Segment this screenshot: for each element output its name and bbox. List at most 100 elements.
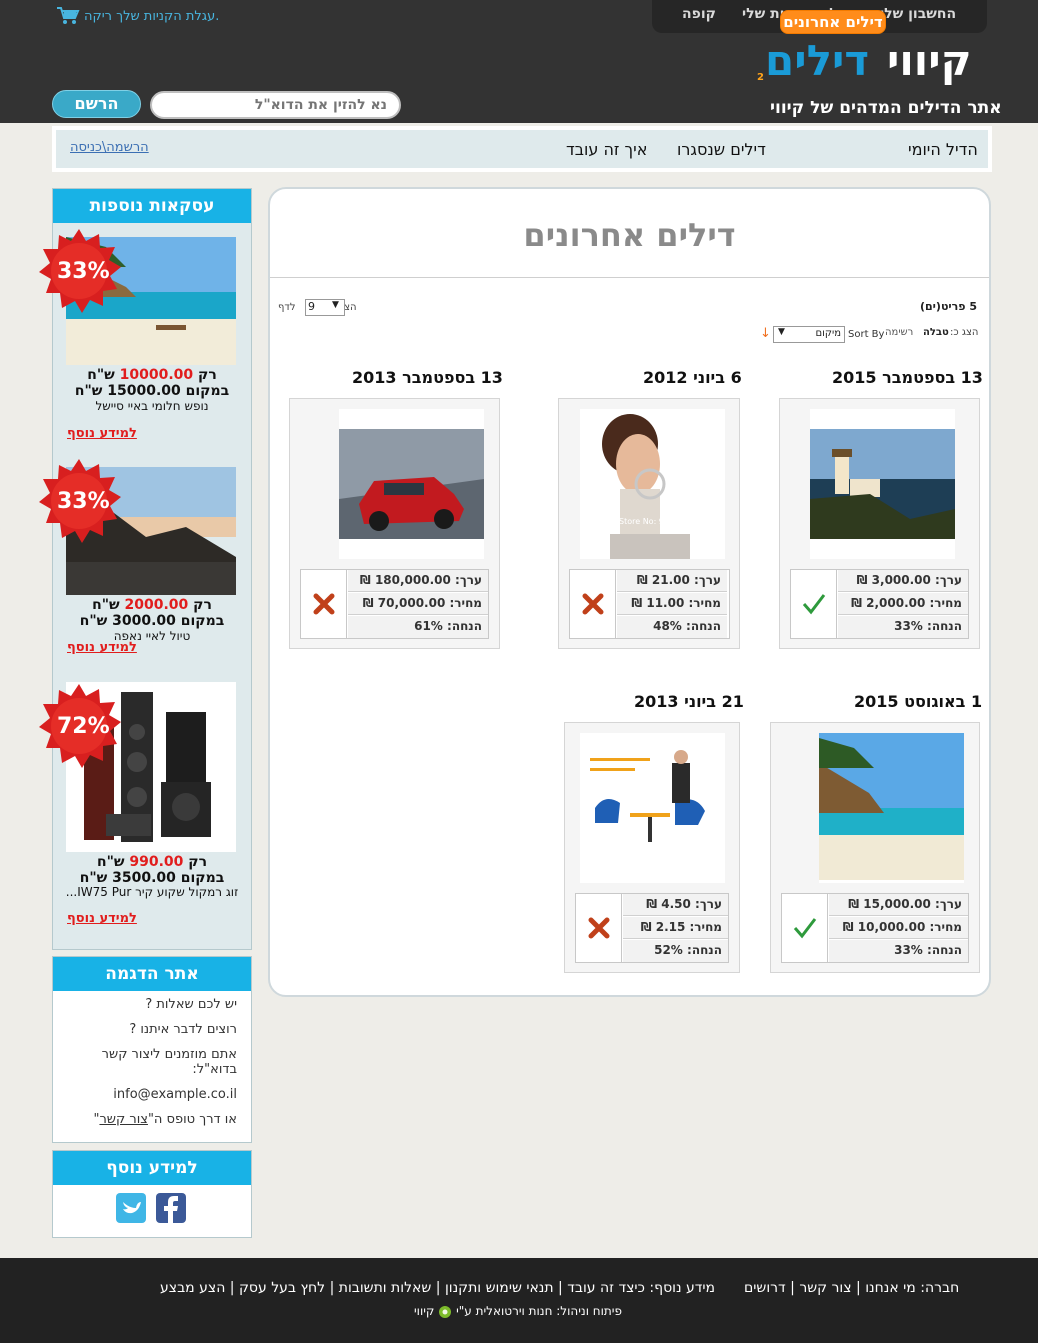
discount-badge-text: 33% [57, 259, 110, 284]
price-value: 990.00 [129, 854, 184, 870]
price-table: ערך: 180,000.00 ₪ מחיר: 70,000.00 ₪ הנחה… [300, 569, 489, 639]
deal-price: מחיר: 11.00 ₪ [617, 593, 727, 615]
deal-date: 6 ביוני 2012 [643, 368, 742, 387]
footer-link-business[interactable]: לחץ בעל עסק [239, 1280, 325, 1296]
contact-questions: יש לכם שאלות ? [145, 997, 237, 1012]
per-page-select[interactable]: 9 ▼ [305, 299, 345, 316]
deal-price: מחיר: 2,000.00 ₪ [838, 593, 968, 615]
view-table-toggle[interactable]: טבלה [923, 327, 949, 338]
page-title: דילים אחרונים [523, 216, 736, 254]
checkmark-icon [802, 594, 826, 615]
deal-discount: הנחה: 33% [838, 616, 968, 638]
deal-card[interactable]: ערך: 15,000.00 ₪ מחיר: 10,000.00 ₪ הנחה:… [770, 722, 980, 973]
more-info-link[interactable]: למידע נוסף [67, 426, 137, 441]
email-input[interactable] [150, 91, 401, 119]
price-prefix: רק [188, 854, 208, 870]
footer-link-how-it-works[interactable]: כיצד זה עובד [567, 1280, 645, 1296]
facebook-icon[interactable] [156, 1193, 186, 1223]
deal-card[interactable]: ערך: 3,000.00 ₪ מחיר: 2,000.00 ₪ הנחה: 3… [779, 398, 980, 649]
deal-discount: הנחה: 61% [348, 616, 488, 638]
more-deals-title: עסקאות נוספות [53, 189, 251, 223]
price-currency: ש"ח [87, 367, 115, 383]
demo-site-title: אתר הדגמה [53, 957, 251, 991]
close-icon [582, 593, 604, 615]
register-button[interactable]: הרשם [52, 90, 141, 118]
contact-email[interactable]: info@example.co.il [67, 1087, 237, 1102]
menu-closed-deals[interactable]: דילים שנסגרו [677, 140, 766, 159]
footer-link-jobs[interactable]: דרושים [744, 1280, 786, 1296]
deal-was-price: במקום 3000.00 ש"ח [79, 613, 225, 629]
price-table: ערך: 4.50 ₪ מחיר: 2.15 ₪ הנחה: 52% [575, 893, 729, 963]
deal-value: ערך: 180,000.00 ₪ [348, 570, 488, 592]
title-divider [270, 277, 989, 278]
deal-value: ערך: 21.00 ₪ [617, 570, 727, 592]
more-info-link[interactable]: למידע נוסף [67, 640, 137, 655]
deal-card[interactable]: ערך: 180,000.00 ₪ מחיר: 70,000.00 ₪ הנחה… [289, 398, 500, 649]
deal-discount: הנחה: 52% [623, 940, 728, 962]
deal-price: מחיר: 2.15 ₪ [623, 917, 728, 939]
footer-company-links: חברה: מי אנחנו | צור קשר | דרושים [744, 1280, 960, 1296]
shopping-cart-icon [57, 7, 80, 24]
footer-credit-text: פיתוח וניהול: חנות וירטואלית ע"י [456, 1304, 622, 1318]
footer-link-faq[interactable]: שאלות ותשובות [339, 1280, 432, 1296]
login-register-link[interactable]: הרשמה\כניסה [70, 140, 149, 155]
footer-link-offer-deal[interactable]: הצע מבצע [160, 1280, 225, 1296]
menu-daily-deal[interactable]: הדיל היומי [908, 140, 978, 159]
sort-direction-icon[interactable]: ↓ [760, 326, 771, 341]
sort-select[interactable]: מיקום ▼ [773, 326, 845, 343]
price-currency: ש"ח [92, 597, 120, 613]
topnav-checkout[interactable]: קופה [682, 6, 716, 22]
deal-was-price: במקום 3500.00 ש"ח [79, 870, 225, 886]
contact-invite: אתם מוזמנים ליצור קשר בדוא"ל: [101, 1047, 237, 1077]
price-table: ערך: 21.00 ₪ מחיר: 11.00 ₪ הנחה: 48% [569, 569, 730, 639]
close-icon [313, 593, 335, 615]
businessman-chairs-photo[interactable] [580, 733, 725, 883]
close-icon [588, 917, 610, 939]
chevron-down-icon: ▼ [778, 327, 785, 337]
deal-price: רק 990.00 ש"ח [53, 854, 251, 870]
deal-price: רק 10000.00 ש"ח [53, 367, 251, 383]
twitter-icon[interactable] [116, 1193, 146, 1223]
footer-credit-brand[interactable]: קיווי [414, 1304, 434, 1318]
contact-form-link[interactable]: צור קשר [99, 1112, 148, 1127]
footer-info-links: מידע נוסף: כיצד זה עובד | תנאי שימוש ותק… [160, 1280, 716, 1296]
price-prefix: רק [193, 597, 212, 613]
footer-link-about[interactable]: מי אנחנו [865, 1280, 916, 1296]
lighthouse-photo[interactable] [810, 409, 955, 559]
deal-price: מחיר: 70,000.00 ₪ [348, 593, 488, 615]
more-info-link[interactable]: למידע נוסף [67, 911, 137, 926]
price-prefix: רק [198, 367, 217, 383]
deal-value: ערך: 15,000.00 ₪ [829, 894, 968, 916]
per-page-value: 9 [308, 300, 315, 313]
per-page-label: לדף [278, 302, 296, 313]
price-table: ערך: 15,000.00 ₪ מחיר: 10,000.00 ₪ הנחה:… [781, 893, 969, 963]
more-deals-box: עסקאות נוספות 33% רק 10000.00 ש"ח במקום … [39, 188, 252, 950]
menu-how-it-works[interactable]: איך זה עובד [566, 140, 647, 159]
deal-was-price: במקום 15000.00 ש"ח [74, 383, 230, 399]
beach-hut-photo[interactable] [819, 733, 964, 883]
more-info-box: למידע נוסף [52, 1150, 252, 1238]
price-table: ערך: 3,000.00 ₪ מחיר: 2,000.00 ₪ הנחה: 3… [790, 569, 969, 639]
woman-beauty-photo[interactable] [580, 409, 725, 559]
deal-date: 1 באוגוסט 2015 [854, 692, 983, 711]
cart-empty-text[interactable]: עגלת הקניות שלך ריקה. [84, 9, 219, 24]
price-value: 10000.00 [119, 367, 194, 383]
deal-status [782, 894, 828, 962]
view-list-toggle[interactable]: רשימה [885, 327, 913, 338]
main-menu: הדיל היומי דילים שנסגרו איך זה עובד [52, 126, 992, 172]
checkmark-icon [793, 918, 817, 939]
deal-status [570, 570, 616, 638]
red-car-photo[interactable] [339, 409, 484, 559]
footer-link-contact[interactable]: צור קשר [799, 1280, 851, 1296]
deal-card[interactable]: ערך: 4.50 ₪ מחיר: 2.15 ₪ הנחה: 52% [564, 722, 740, 973]
sort-value: מיקום [815, 328, 841, 339]
menu-recent-deals[interactable]: דילים אחרונים [780, 10, 886, 34]
footer-link-terms[interactable]: תנאי שימוש ותקנון [445, 1280, 554, 1296]
deal-date: 13 בספטמבר 2015 [832, 368, 983, 387]
topnav-my-account[interactable]: החשבון שלי [880, 6, 956, 22]
site-tagline: אתר הדילים המדהים של קיווי [770, 98, 1002, 118]
deal-date: 13 בספטמבר 2013 [352, 368, 503, 387]
deal-card[interactable]: Store No: 907475 ערך: 21.00 ₪ מחיר: 11.0… [558, 398, 740, 649]
contact-form-prefix: או דרך טופס ה" [147, 1112, 237, 1127]
deal-name: זוג רמקול שקוע קיר IW75 Pur... [65, 885, 239, 899]
